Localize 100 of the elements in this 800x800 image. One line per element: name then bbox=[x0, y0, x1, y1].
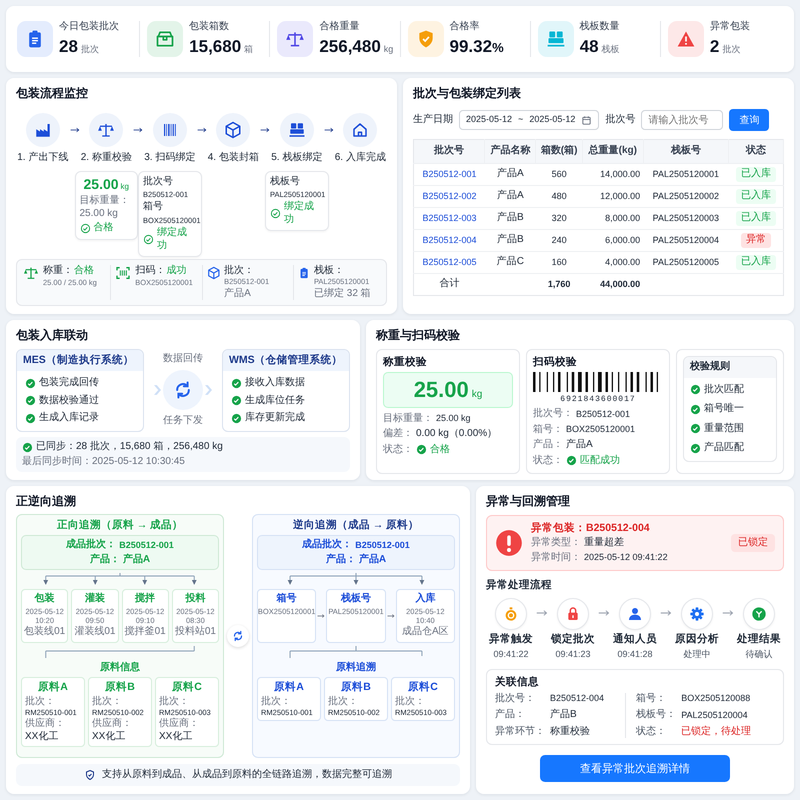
table-cell: 160 bbox=[536, 252, 583, 274]
chevron-icon bbox=[154, 385, 161, 396]
note-text: 支持从原料到成品、从成品到原料的全链路追溯，数据完整可追溯 bbox=[102, 768, 392, 781]
sync-icon bbox=[173, 380, 193, 400]
sync-icon bbox=[232, 630, 244, 642]
batch-link[interactable]: B250512-005 bbox=[422, 256, 477, 267]
batch-field[interactable]: 请输入批次号 bbox=[641, 110, 724, 130]
status-text: 绑定成功 bbox=[284, 201, 315, 226]
column-header: 栈板号 bbox=[643, 140, 729, 164]
check-icon bbox=[80, 222, 90, 234]
check-icon bbox=[25, 395, 36, 406]
stat-value: 99.32 bbox=[450, 36, 492, 58]
arrow-icon bbox=[324, 126, 334, 134]
summary-detail: 产品A bbox=[224, 288, 252, 300]
field-label: 栈板号： bbox=[636, 709, 678, 722]
stat-unit: 栈板 bbox=[602, 44, 620, 56]
field-value: 称重校验 bbox=[550, 726, 590, 738]
stat-unit: kg bbox=[384, 44, 394, 56]
field-label: 产品： bbox=[326, 554, 356, 566]
table-cell: 14,000.00 bbox=[582, 164, 644, 186]
stage-name: 箱号 bbox=[276, 593, 297, 606]
check-icon bbox=[231, 395, 242, 406]
field-value: 0.00 kg（0.00%） bbox=[416, 428, 498, 441]
shield-icon bbox=[84, 768, 96, 781]
field-label: 批次号 bbox=[143, 176, 174, 188]
table-cell: 240 bbox=[536, 230, 583, 252]
field-value: PAL2505120004 bbox=[681, 710, 748, 722]
batch-link[interactable]: B250512-003 bbox=[422, 212, 477, 223]
field-label: 供应商： bbox=[159, 718, 199, 731]
scale-icon bbox=[97, 121, 116, 139]
arrow-icon bbox=[196, 126, 206, 134]
step-label: 通知人员 bbox=[613, 633, 657, 646]
stage-name: 栈板号 bbox=[340, 593, 371, 606]
range-separator: ~ bbox=[518, 114, 524, 126]
section-title: 异常处理流程 bbox=[486, 579, 553, 592]
stage-name: 搅拌 bbox=[135, 593, 156, 606]
check-icon bbox=[690, 384, 701, 396]
rule-item: 批次匹配 bbox=[704, 384, 744, 396]
query-button[interactable]: 查询 bbox=[729, 109, 770, 131]
summary-label: 批次： bbox=[224, 264, 254, 278]
summary-detail: 已绑定 32 箱 bbox=[314, 288, 372, 300]
trace-title: 逆向追溯（成品 → 原料） bbox=[292, 519, 420, 532]
stat-unit: 批次 bbox=[80, 44, 99, 56]
field-value: 产品A bbox=[566, 439, 593, 452]
field-value: BOX2505120088 bbox=[681, 693, 750, 705]
flow-label: 任务下发 bbox=[163, 415, 203, 428]
system-title: MES（制造执行系统） bbox=[17, 350, 143, 372]
panel-title: 包装流程监控 bbox=[16, 86, 88, 101]
list-item: 数据校验通过 bbox=[39, 394, 99, 408]
batch-link[interactable]: B250512-001 bbox=[422, 168, 477, 179]
stat-label: 包装箱数 bbox=[189, 20, 230, 34]
arrow-icon bbox=[386, 613, 395, 619]
last-sync-time: 最后同步时间：2025-05-12 10:30:45 bbox=[22, 456, 185, 468]
stage-detail: 搅拌釜01 bbox=[124, 626, 166, 639]
stat-unit: % bbox=[492, 40, 504, 56]
field-label: 批次： bbox=[395, 696, 425, 708]
material-name: 原料B bbox=[341, 681, 371, 694]
step-label: 6. 入库完成 bbox=[334, 152, 386, 164]
stat-value: 15,680 bbox=[189, 36, 242, 58]
table-cell: 480 bbox=[536, 186, 583, 208]
arrow-icon bbox=[536, 609, 548, 618]
status-badge: 已入库 bbox=[736, 167, 776, 182]
field-label: 供应商： bbox=[25, 718, 65, 731]
field-value: B250512-001 bbox=[119, 540, 174, 551]
field-value: XX化工 bbox=[159, 730, 192, 744]
arrow-icon bbox=[260, 126, 270, 134]
table-cell: 产品B bbox=[484, 208, 536, 230]
arrow-icon bbox=[598, 609, 610, 618]
material-name: 原料C bbox=[408, 681, 438, 694]
table-cell: 产品B bbox=[484, 230, 536, 252]
arrow-icon bbox=[70, 126, 80, 134]
table-cell: 产品C bbox=[484, 252, 536, 274]
stat-label: 异常包装 bbox=[710, 20, 750, 34]
field-label: 产品： bbox=[533, 439, 563, 452]
column-header: 产品名称 bbox=[484, 140, 536, 164]
sync-status: 已同步：28 批次，15,680 箱，256,480 kg bbox=[36, 441, 223, 454]
stat-value: 256,480 bbox=[319, 36, 381, 58]
table-cell: PAL2505120005 bbox=[643, 252, 729, 274]
table-cell: 560 bbox=[536, 164, 583, 186]
detail-button[interactable]: 查看异常批次追溯详情 bbox=[540, 755, 730, 782]
filter-label: 批次号 bbox=[605, 114, 636, 126]
list-item: 库存更新完成 bbox=[245, 412, 305, 425]
status-badge: 已锁定 bbox=[731, 534, 775, 552]
panel-title: 正逆向追溯 bbox=[16, 494, 76, 509]
panel-title: 称重与扫码校验 bbox=[376, 328, 460, 343]
batch-link[interactable]: B250512-004 bbox=[422, 234, 477, 245]
step-time: 09:41:28 bbox=[617, 649, 653, 661]
date-value: 2025-05-12 bbox=[529, 114, 576, 126]
date-range-field[interactable]: 2025-05-12 ~ 2025-05-12 bbox=[459, 110, 600, 130]
step-time: 09:41:22 bbox=[493, 649, 529, 661]
section-label: 原料追溯 bbox=[336, 662, 376, 674]
check-icon bbox=[231, 412, 242, 424]
table-cell: 产品A bbox=[484, 164, 536, 186]
batch-link[interactable]: B250512-002 bbox=[422, 190, 477, 201]
stage-name: 入库 bbox=[415, 593, 436, 606]
step-label: 4. 包装封箱 bbox=[208, 152, 259, 164]
table-cell: 产品A bbox=[484, 186, 536, 208]
column-header: 箱数(箱) bbox=[536, 140, 583, 164]
status-badge: 已入库 bbox=[736, 189, 776, 204]
field-label: 异常类型： bbox=[531, 537, 581, 550]
